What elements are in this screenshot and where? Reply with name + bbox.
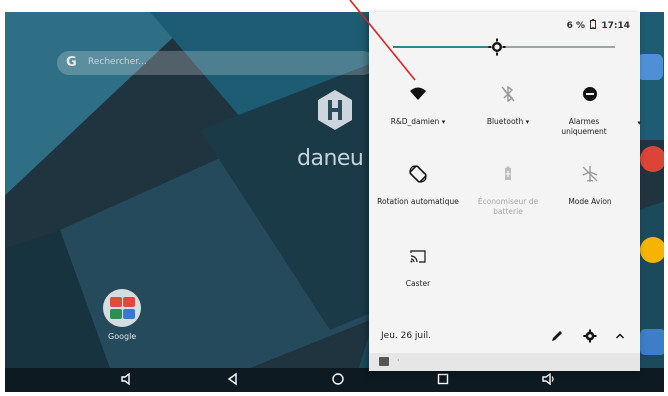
tile-rotate-label: Rotation automatique <box>377 197 459 206</box>
date-label[interactable]: Jeu. 26 juil. <box>381 331 431 341</box>
tile-wifi-label: R&D_damien <box>390 117 440 126</box>
brightness-slider[interactable] <box>393 38 615 56</box>
tile-auto-rotate[interactable]: Rotation automatique <box>373 163 463 207</box>
brightness-icon[interactable] <box>488 38 506 56</box>
clock: 17:14 <box>601 21 630 31</box>
tile-airplane-mode[interactable]: Mode Avion <box>545 163 635 207</box>
screen-frame-right <box>664 0 668 396</box>
folder-app-icon <box>110 297 122 307</box>
google-apps-folder[interactable] <box>103 289 141 327</box>
home-icon[interactable] <box>328 372 348 391</box>
status-bar: 6 % 17:14 <box>567 19 630 31</box>
airplane-off-icon <box>582 166 598 182</box>
tile-airplane-label: Mode Avion <box>568 197 612 206</box>
edit-pencil-icon[interactable] <box>549 328 565 344</box>
photos-app-icon[interactable] <box>640 237 666 263</box>
battery-icon <box>590 19 597 29</box>
camera-app-icon[interactable] <box>637 54 663 80</box>
battery-percent: 6 % <box>566 21 586 31</box>
auto-rotate-icon <box>409 165 427 183</box>
folder-app-icon <box>123 309 135 319</box>
logo-text: daneu <box>297 146 364 171</box>
google-folder-label: Google <box>108 332 137 341</box>
tile-bluetooth[interactable]: Bluetooth ▾ <box>463 83 553 127</box>
navigation-bar <box>5 368 664 392</box>
google-g-icon: G <box>66 55 77 70</box>
battery-saver-icon <box>505 166 511 180</box>
tile-bluetooth-label: Bluetooth <box>486 117 524 126</box>
volume-up-icon[interactable] <box>539 372 559 391</box>
back-icon[interactable] <box>223 372 243 391</box>
bluetooth-off-icon <box>501 85 515 103</box>
gallery-notification-icon <box>379 357 389 366</box>
tile-wifi[interactable]: R&D_damien ▾ <box>373 83 463 127</box>
do-not-disturb-icon <box>583 87 597 101</box>
tile-do-not-disturb[interactable]: Alarmes uniquement ▾ <box>545 83 641 137</box>
screen-frame-left <box>0 0 5 396</box>
notification-row[interactable]: · <box>369 353 640 371</box>
tile-cast[interactable]: Caster <box>373 245 463 289</box>
google-search-bar[interactable]: G Rechercher... <box>57 51 375 75</box>
dnd-dropdown-caret[interactable]: ▾ <box>637 119 641 127</box>
cast-icon <box>410 250 426 263</box>
brightness-fill <box>393 46 498 48</box>
screen-frame-top <box>0 0 668 12</box>
wifi-icon <box>410 87 426 100</box>
tile-battery-saver[interactable]: Économiseur de batterie <box>463 163 553 217</box>
daneuve-logo: daneu <box>297 88 377 180</box>
folder-app-icon <box>123 297 135 307</box>
recents-icon[interactable] <box>433 372 453 391</box>
quick-settings-panel: 6 % 17:14 R&D_damien ▾ Bluetooth ▾ Alarm… <box>369 12 641 371</box>
screen-frame-bottom <box>0 392 668 396</box>
bluetooth-dropdown-caret[interactable]: ▾ <box>526 118 530 126</box>
chrome-app-icon[interactable] <box>640 146 666 172</box>
gallery-app-icon[interactable] <box>640 329 666 355</box>
collapse-chevron-up-icon[interactable] <box>612 328 628 344</box>
wifi-dropdown-caret[interactable]: ▾ <box>442 118 446 126</box>
notification-dot: · <box>397 356 400 365</box>
logo-hexagon-icon <box>318 90 352 130</box>
tile-battery-saver-label: Économiseur de batterie <box>477 197 539 216</box>
tile-cast-label: Caster <box>405 279 431 288</box>
date-row: Jeu. 26 juil. <box>369 317 640 353</box>
folder-app-icon <box>110 309 122 319</box>
search-placeholder: Rechercher... <box>88 57 147 67</box>
volume-down-icon[interactable] <box>117 372 137 391</box>
tile-dnd-label: Alarmes uniquement <box>561 117 607 136</box>
settings-gear-icon[interactable] <box>582 328 598 344</box>
